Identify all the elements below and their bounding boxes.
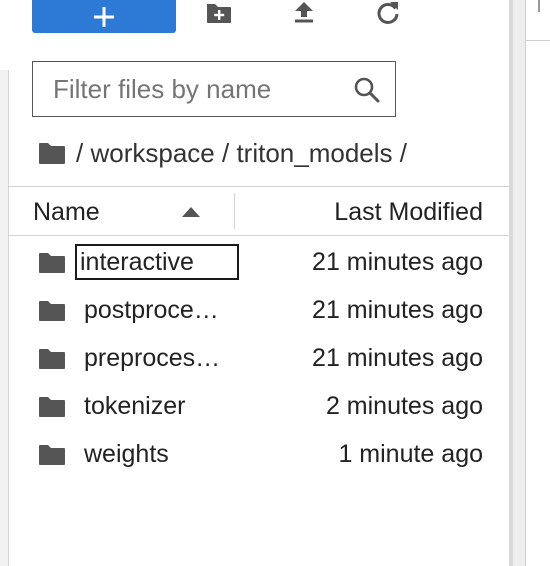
refresh-icon bbox=[377, 2, 399, 24]
sort-ascending-icon[interactable] bbox=[182, 207, 200, 217]
folder-icon bbox=[39, 301, 65, 321]
breadcrumb-root-separator[interactable]: / bbox=[76, 138, 83, 169]
filter-box bbox=[32, 61, 396, 117]
file-modified: 21 minutes ago bbox=[312, 344, 483, 372]
file-row-interactive[interactable]: interactive 21 minutes ago bbox=[8, 239, 509, 287]
folder-icon[interactable] bbox=[38, 142, 66, 165]
right-panel bbox=[525, 0, 550, 566]
file-row-tokenizer[interactable]: tokenizer 2 minutes ago bbox=[8, 383, 509, 431]
breadcrumb: / workspace / triton_models / bbox=[38, 136, 407, 170]
column-resize-handle[interactable] bbox=[234, 193, 235, 229]
upload-button[interactable] bbox=[290, 0, 318, 26]
new-launcher-button[interactable] bbox=[32, 0, 176, 33]
file-modified: 21 minutes ago bbox=[312, 296, 483, 324]
file-modified: 21 minutes ago bbox=[312, 248, 483, 276]
file-name: preproces… bbox=[84, 344, 221, 372]
listing-header: Name Last Modified bbox=[8, 186, 509, 236]
file-row-postprocessing[interactable]: postproce… 21 minutes ago bbox=[8, 287, 509, 335]
breadcrumb-separator: / bbox=[221, 137, 230, 168]
file-row-preprocessing[interactable]: preproces… 21 minutes ago bbox=[8, 335, 509, 383]
column-header-name[interactable]: Name bbox=[33, 187, 100, 237]
right-panel-tab-edge bbox=[538, 0, 540, 12]
new-folder-icon bbox=[207, 4, 231, 23]
right-panel-divider bbox=[525, 40, 550, 41]
file-modified: 2 minutes ago bbox=[325, 392, 483, 420]
plus-icon bbox=[94, 6, 114, 27]
folder-icon bbox=[39, 349, 65, 369]
upload-icon bbox=[295, 2, 313, 23]
folder-icon bbox=[39, 445, 65, 465]
file-modified: 1 minute ago bbox=[338, 440, 483, 468]
file-name-edit-input[interactable]: interactive bbox=[75, 244, 239, 280]
file-row-weights[interactable]: weights 1 minute ago bbox=[8, 431, 509, 479]
breadcrumb-item-workspace[interactable]: workspace bbox=[90, 138, 214, 169]
file-name: postproce… bbox=[84, 296, 219, 324]
new-folder-button[interactable] bbox=[205, 0, 233, 26]
column-header-last-modified[interactable]: Last Modified bbox=[334, 187, 483, 237]
filter-input[interactable] bbox=[51, 72, 355, 106]
folder-icon bbox=[39, 397, 65, 417]
breadcrumb-item-triton-models[interactable]: triton_models bbox=[236, 138, 392, 169]
file-name: tokenizer bbox=[84, 392, 186, 420]
panel-scrollbar-track bbox=[509, 0, 513, 566]
refresh-button[interactable] bbox=[374, 0, 402, 26]
folder-icon bbox=[39, 253, 65, 273]
search-icon[interactable] bbox=[353, 76, 381, 104]
column-header-last-modified-label: Last Modified bbox=[334, 197, 483, 226]
breadcrumb-separator: / bbox=[399, 137, 407, 168]
column-header-name-label: Name bbox=[33, 197, 100, 226]
file-name: weights bbox=[84, 440, 169, 468]
